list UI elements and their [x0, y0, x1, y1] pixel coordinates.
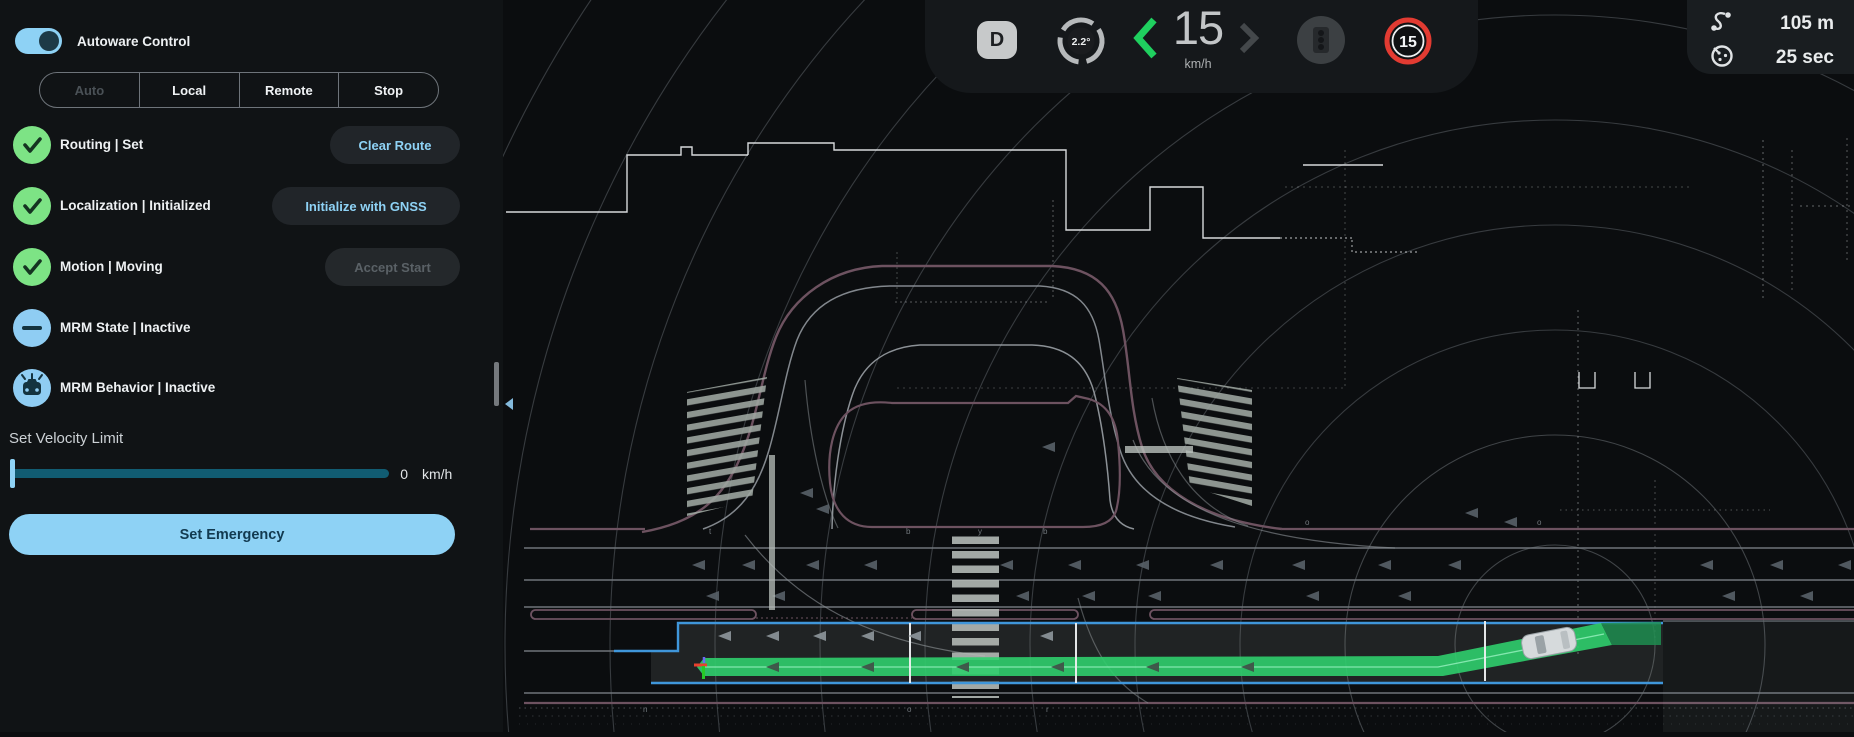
sidebar-collapse-arrow-icon[interactable] [505, 398, 513, 410]
velocity-limit-unit: km/h [422, 466, 452, 482]
vehicle-status-bar: D 2.2° 15 km/h 15 [925, 0, 1478, 93]
minus-circle-icon [13, 309, 51, 347]
svg-text:o: o [907, 705, 912, 714]
svg-text:2.2°: 2.2° [1072, 36, 1091, 48]
autoware-control-label: Autoware Control [77, 34, 190, 49]
mode-stop[interactable]: Stop [338, 73, 438, 107]
traffic-light-icon [1297, 16, 1345, 64]
accept-start-button[interactable]: Accept Start [325, 248, 460, 286]
stop-line-horizontal [1125, 446, 1193, 453]
mode-local[interactable]: Local [139, 73, 239, 107]
route-distance-icon [1709, 8, 1735, 34]
lanelet-map-canvas: t b y b n o r o o [503, 0, 1854, 732]
svg-text:o: o [1537, 518, 1542, 527]
motion-status: Motion | Moving [60, 248, 163, 286]
remaining-distance: 105 m [1780, 13, 1834, 35]
check-circle-icon [13, 126, 51, 164]
remaining-time-icon [1709, 42, 1735, 68]
mode-auto[interactable]: Auto [40, 73, 139, 107]
toggle-knob [39, 31, 59, 51]
mode-remote[interactable]: Remote [239, 73, 339, 107]
svg-text:b: b [1043, 527, 1048, 536]
sidebar-scrollbar[interactable] [494, 362, 499, 406]
stop-line-vertical [769, 455, 775, 610]
remaining-time: 25 sec [1776, 47, 1834, 69]
autoware-control-toggle[interactable] [15, 28, 62, 54]
svg-text:b: b [906, 527, 911, 536]
clear-route-button[interactable]: Clear Route [330, 126, 460, 164]
check-circle-icon [13, 248, 51, 286]
svg-text:n: n [643, 705, 647, 714]
initialize-gnss-button[interactable]: Initialize with GNSS [272, 187, 460, 225]
speed-limit-sign: 15 [1384, 17, 1432, 65]
velocity-limit-track[interactable] [15, 469, 389, 478]
turn-signal-right-icon [1237, 22, 1261, 54]
svg-text:o: o [1305, 518, 1310, 527]
svg-text:y: y [978, 527, 982, 536]
velocity-limit-label: Set Velocity Limit [9, 430, 123, 447]
route-info-panel: 105 m 25 sec [1687, 0, 1854, 74]
svg-text:r: r [1046, 705, 1049, 714]
mrm-behavior-status: MRM Behavior | Inactive [60, 369, 215, 407]
emergency-vehicle-icon [13, 369, 51, 407]
pointcloud-road-patch [505, 515, 1854, 715]
set-emergency-button[interactable]: Set Emergency [9, 514, 455, 555]
speed-value: 15 [1163, 0, 1233, 55]
speed-unit: km/h [1163, 57, 1233, 71]
svg-text:15: 15 [1399, 34, 1417, 51]
gear-indicator: D [977, 21, 1017, 59]
check-circle-icon [13, 187, 51, 225]
turn-signal-left-icon [1131, 16, 1161, 60]
control-sidebar: Autoware Control Auto Local Remote Stop … [0, 0, 503, 732]
velocity-limit-value: 0 [392, 466, 408, 482]
steering-angle-icon: 2.2° [1053, 13, 1109, 69]
operation-mode-selector: Auto Local Remote Stop [39, 72, 439, 108]
localization-status: Localization | Initialized [60, 187, 211, 225]
mrm-state-status: MRM State | Inactive [60, 309, 191, 347]
routing-status: Routing | Set [60, 126, 143, 164]
map-viewport[interactable]: t b y b n o r o o [503, 0, 1854, 732]
